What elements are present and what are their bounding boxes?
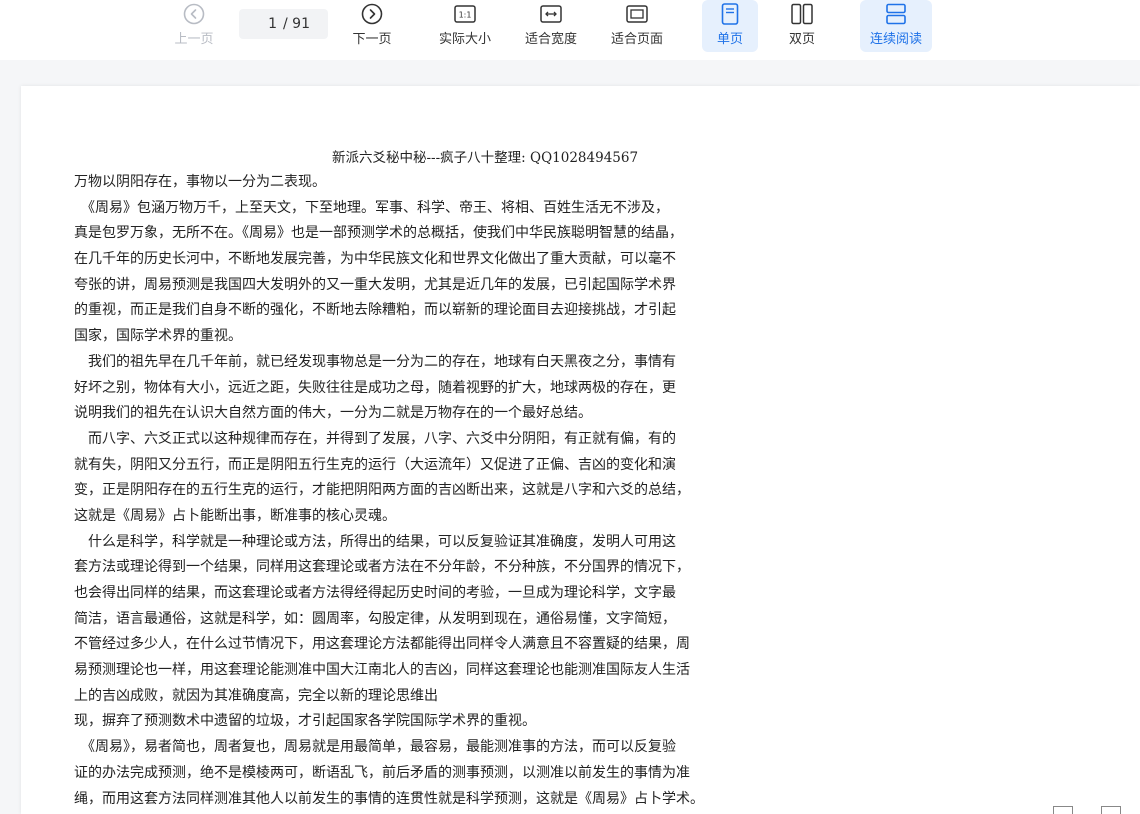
continuous-reading-label: 连续阅读 (869, 32, 922, 47)
fit-page-button[interactable]: 适合页面 (607, 0, 667, 52)
text-line: 《周易》，易者简也，周者复也，周易就是用最简单，最容易，最能测准事的方法，而可以… (74, 739, 676, 756)
single-page-button[interactable]: 单页 (702, 0, 758, 52)
double-page-button[interactable]: 双页 (780, 0, 824, 52)
text-line: 好坏之别，物体有大小，远近之距，失败往往是成功之母，随着视野的扩大，地球两极的存… (74, 379, 676, 396)
text-line: 易预测理论也一样，用这套理论能测准中国大江南北人的吉凶，同样这套理论也能测准国际… (74, 662, 690, 679)
text-line: 不管经过多少人，在什么过节情况下，用这套理论方法都能得出同样令人满意且不容置疑的… (74, 636, 690, 653)
single-page-icon (718, 2, 742, 26)
text-line: 国家，国际学术界的重视。 (74, 328, 242, 345)
text-line: 我们的祖先早在几千年前，就已经发现事物总是一分为二的存在，地球有白天黑夜之分，事… (74, 353, 676, 370)
fit-width-button[interactable]: 适合宽度 (521, 0, 581, 52)
text-line: 的重视，而正是我们自身不断的强化，不断地去除糟粕，而以崭新的理论面目去迎接挑战，… (74, 302, 676, 319)
text-line: 现，摒弃了预测数术中遗留的垃圾，才引起国家各学院国际学术界的重视。 (74, 713, 536, 730)
text-line: 上的吉凶成败，就因为其准确度高，完全以新的理论思维出 (74, 687, 438, 704)
continuous-reading-button[interactable]: 连续阅读 (860, 0, 932, 52)
text-line: 真是包罗万象，无所不在。《周易》也是一部预测学术的总概括，使我们中华民族聪明智慧… (74, 225, 683, 242)
actual-size-label: 实际大小 (438, 32, 491, 47)
prev-page-label: 上一页 (174, 32, 214, 47)
text-line: 套方法或理论得到一个结果，同样用这套理论或者方法在不分年龄，不分种族，不分国界的… (74, 559, 690, 576)
text-line: 也会得出同样的结果，而这套理论或者方法得经得起历史时间的考验，一旦成为理论科学，… (74, 585, 676, 601)
document-page: 新派六爻秘中秘---疯子八十整理: QQ1028494567 万物以阴阳存在，事… (21, 86, 1140, 814)
page-view-icon[interactable] (1053, 806, 1073, 814)
text-line: 这就是《周易》占卜能断出事，断准事的核心灵魂。 (74, 507, 396, 524)
page-indicator: / 91 (239, 9, 328, 39)
bottom-controls (1053, 806, 1121, 814)
text-line: 在几千年的历史长河中，不断地发展完善，为中华民族文化和世界文化做出了重大贡献，可… (74, 251, 676, 268)
single-page-label: 单页 (716, 32, 743, 47)
grid-view-icon[interactable] (1101, 806, 1121, 814)
actual-size-button[interactable]: 1:1 实际大小 (435, 0, 495, 52)
text-line: 夸张的讲，周易预测是我国四大发明外的又一重大发明，尤其是近几年的发展，已引起国际… (74, 276, 676, 293)
text-line: 变，正是阴阳存在的五行生克的运行，才能把阴阳两方面的吉凶断出来，这就是八字和六爻… (74, 482, 690, 499)
document-body: 万物以阴阳存在，事物以一分为二表现。 《周易》包涵万物万千，上至天文，下至地理。… (74, 170, 864, 812)
text-line: 说明我们的祖先在认识大自然方面的伟大，一分为二就是万物存在的一个最好总结。 (74, 405, 592, 422)
page-total: / 91 (283, 16, 310, 32)
next-page-label: 下一页 (352, 32, 392, 47)
text-line: 绳，而用这套方法同样测准其他人以前发生的事情的连贯性就是科学预测，这就是《周易》… (74, 790, 704, 807)
double-page-icon (790, 2, 814, 26)
actual-size-icon: 1:1 (453, 2, 477, 26)
fit-page-label: 适合页面 (610, 32, 663, 47)
text-line: 就有失，阴阳又分五行，而正是阴阳五行生克的运行（大运流年）又促进了正偏、吉凶的变… (74, 456, 676, 473)
fit-width-label: 适合宽度 (524, 32, 577, 47)
fit-page-icon (625, 2, 649, 26)
continuous-reading-icon (884, 2, 908, 26)
text-line: 什么是科学，科学就是一种理论或方法，所得出的结果，可以反复验证其准确度，发明人可… (74, 533, 676, 550)
document-title: 新派六爻秘中秘---疯子八十整理: QQ1028494567 (332, 150, 639, 166)
text-line: 证的办法完成预测，绝不是模棱两可，断语乱飞，前后矛盾的测事预测，以测准以前发生的… (74, 764, 690, 781)
pdf-toolbar: 上一页 / 91 下一页 1:1 实际大小 适合宽度 适合页面 单页 (0, 0, 1140, 60)
text-line: 万物以阴阳存在，事物以一分为二表现。 (74, 174, 326, 190)
double-page-label: 双页 (788, 32, 815, 47)
page-number-input[interactable] (255, 16, 277, 32)
text-line: 简洁，语言最通俗，这就是科学，如：圆周率，勾股定律，从发明到现在，通俗易懂，文字… (74, 610, 676, 627)
next-page-button[interactable]: 下一页 (350, 0, 394, 52)
fit-width-icon (539, 2, 563, 26)
prev-page-button[interactable]: 上一页 (172, 0, 216, 52)
chevron-right-circle-icon (360, 2, 384, 26)
chevron-left-circle-icon (182, 2, 206, 26)
text-line: 而八字、六爻正式以这种规律而存在，并得到了发展，八字、六爻中分阴阳，有正就有偏，… (74, 430, 676, 447)
text-line: 《周易》包涵万物万千，上至天文，下至地理。军事、科学、帝王、将相、百姓生活无不涉… (74, 199, 669, 216)
document-viewer[interactable]: 新派六爻秘中秘---疯子八十整理: QQ1028494567 万物以阴阳存在，事… (0, 60, 1140, 814)
actual-size-icon-text: 1:1 (459, 11, 472, 20)
